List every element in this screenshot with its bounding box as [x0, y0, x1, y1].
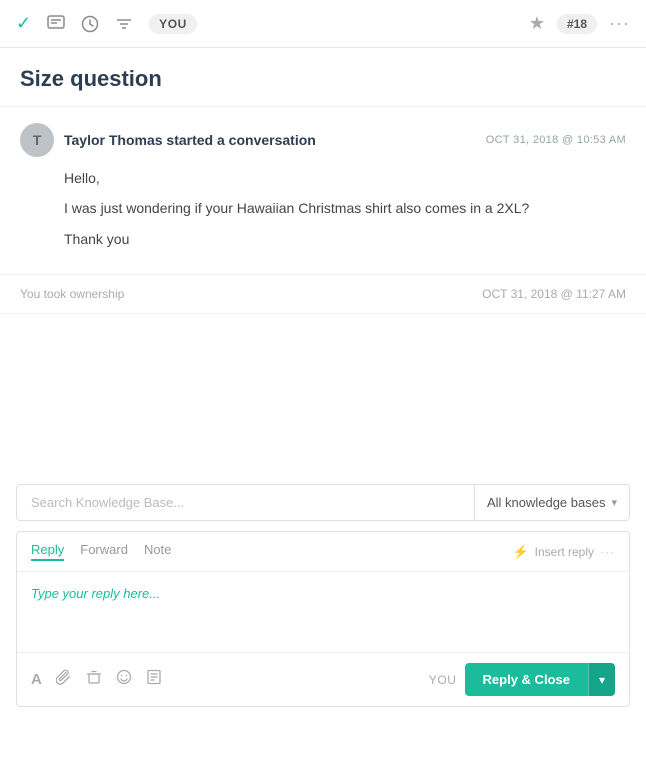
kb-dropdown[interactable]: All knowledge bases ▾: [474, 485, 629, 520]
tab-note[interactable]: Note: [144, 542, 171, 561]
ownership-text: You took ownership: [20, 287, 124, 301]
chevron-down-icon: ▾: [611, 496, 617, 509]
check-icon[interactable]: ✓: [16, 13, 31, 34]
message-block: T Taylor Thomas started a conversation O…: [0, 107, 646, 275]
kb-dropdown-label: All knowledge bases: [487, 495, 606, 510]
reply-input[interactable]: Type your reply here...: [17, 572, 629, 652]
attachment-icon[interactable]: [56, 669, 72, 690]
insert-reply-label: Insert reply: [535, 545, 594, 559]
tab-reply[interactable]: Reply: [31, 542, 64, 561]
filter-icon[interactable]: [115, 15, 133, 33]
insert-reply-more-icon[interactable]: ···: [600, 545, 615, 559]
ownership-note: You took ownership OCT 31, 2018 @ 11:27 …: [0, 275, 646, 314]
reply-tabs: Reply Forward Note ⚡ Insert reply ···: [17, 532, 629, 572]
lightning-icon: ⚡: [512, 544, 528, 560]
reply-placeholder: Type your reply here...: [31, 586, 160, 601]
message-sender: T Taylor Thomas started a conversation: [20, 123, 316, 157]
delete-icon[interactable]: [86, 669, 102, 690]
reply-close-button[interactable]: Reply & Close: [465, 663, 588, 696]
ticket-badge[interactable]: #18: [557, 14, 597, 34]
kb-search-bar: All knowledge bases ▾: [16, 484, 630, 521]
reply-close-btn-group: Reply & Close ▾: [465, 663, 615, 696]
clock-icon[interactable]: [81, 15, 99, 33]
sender-name: Taylor Thomas started a conversation: [64, 132, 316, 148]
toolbar-right-group: ★ #18 ···: [529, 13, 630, 34]
message-line-2: I was just wondering if your Hawaiian Ch…: [64, 197, 626, 219]
top-toolbar: ✓ YOU ★ #18 ···: [0, 0, 646, 48]
text-format-icon[interactable]: A: [31, 671, 42, 688]
insert-reply[interactable]: ⚡ Insert reply ···: [512, 544, 615, 560]
page-title: Size question: [0, 48, 646, 107]
reply-area: Reply Forward Note ⚡ Insert reply ··· Ty…: [16, 531, 630, 707]
user-badge: YOU: [149, 14, 197, 34]
message-timestamp: OCT 31, 2018 @ 10:53 AM: [486, 134, 626, 146]
conversation: T Taylor Thomas started a conversation O…: [0, 107, 646, 314]
emoji-icon[interactable]: [116, 669, 132, 690]
message-line-3: Thank you: [64, 228, 626, 250]
article-icon[interactable]: [146, 669, 162, 690]
message-body: Hello, I was just wondering if your Hawa…: [20, 167, 626, 250]
tab-forward[interactable]: Forward: [80, 542, 128, 561]
bottom-right: YOU Reply & Close ▾: [429, 663, 615, 696]
reply-tab-group: Reply Forward Note: [31, 542, 171, 561]
avatar: T: [20, 123, 54, 157]
star-icon[interactable]: ★: [529, 13, 545, 34]
message-header: T Taylor Thomas started a conversation O…: [20, 123, 626, 157]
spacer: [0, 314, 646, 474]
bottom-icons: A: [31, 669, 162, 690]
message-line-1: Hello,: [64, 167, 626, 189]
you-label: YOU: [429, 673, 457, 687]
toolbar-icon-group: ✓ YOU: [16, 13, 513, 34]
reply-close-chevron-icon[interactable]: ▾: [588, 663, 615, 696]
reply-bottom-toolbar: A: [17, 652, 629, 706]
more-icon[interactable]: ···: [609, 13, 630, 34]
kb-search-input[interactable]: [17, 485, 474, 520]
chat-icon[interactable]: [47, 15, 65, 33]
ownership-time: OCT 31, 2018 @ 11:27 AM: [482, 287, 626, 301]
